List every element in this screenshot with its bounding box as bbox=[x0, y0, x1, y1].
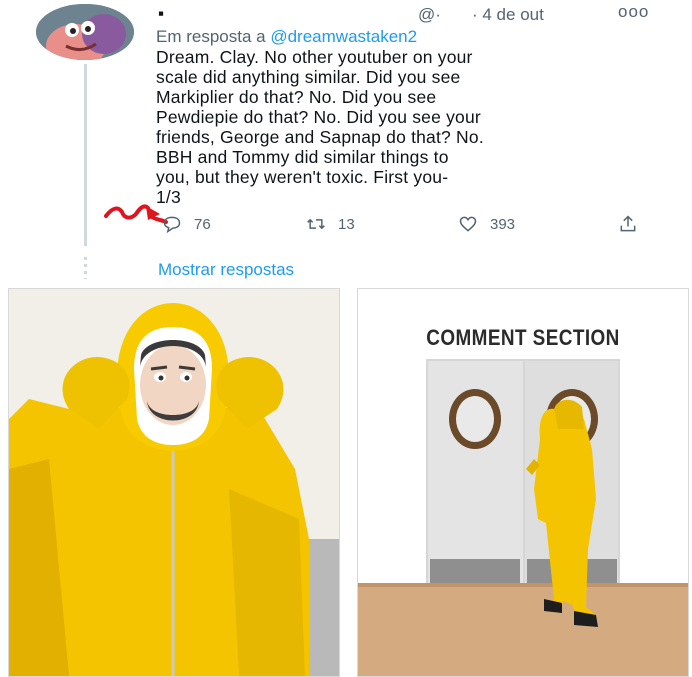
heart-icon bbox=[459, 216, 477, 232]
display-name[interactable]: ▪ bbox=[158, 4, 164, 24]
comment-section-title: COMMENT SECTION bbox=[426, 325, 620, 350]
hazmat-suit-person-image bbox=[9, 289, 339, 676]
replying-prefix: Em resposta a bbox=[156, 27, 266, 46]
reply-action[interactable]: 76 bbox=[162, 214, 211, 234]
thread-line bbox=[84, 64, 87, 246]
user-handle[interactable]: @· bbox=[418, 5, 441, 25]
like-count: 393 bbox=[490, 215, 516, 233]
retweet-icon bbox=[307, 218, 325, 230]
tweet-date[interactable]: · 4 de out bbox=[472, 5, 544, 25]
thread-dots bbox=[84, 257, 87, 279]
tweet-card: ▪ @· · 4 de out ooo Em resposta a @dream… bbox=[0, 0, 692, 288]
more-options-icon[interactable]: ooo bbox=[618, 2, 649, 22]
tweet-actions: 76 13 393 bbox=[156, 214, 656, 240]
avatar[interactable] bbox=[36, 4, 134, 60]
tweet-text: Dream. Clay. No other youtuber on your s… bbox=[156, 47, 484, 207]
mention-link[interactable]: @dreamwastaken2 bbox=[270, 27, 417, 46]
like-action[interactable]: 393 bbox=[458, 214, 515, 234]
share-action[interactable] bbox=[618, 214, 638, 234]
retweet-action[interactable]: 13 bbox=[306, 214, 355, 234]
replying-to: Em resposta a @dreamwastaken2 bbox=[156, 27, 417, 47]
reply-count: 76 bbox=[194, 215, 211, 233]
show-replies-link[interactable]: Mostrar respostas bbox=[158, 260, 294, 280]
share-icon bbox=[620, 215, 636, 232]
meme-panel-right: COMMENT SECTION bbox=[357, 288, 689, 677]
meme-panel-left bbox=[8, 288, 340, 677]
tweet-header: ▪ @· · 4 de out ooo bbox=[156, 2, 656, 26]
reply-icon bbox=[163, 216, 181, 234]
retweet-count: 13 bbox=[338, 215, 355, 233]
